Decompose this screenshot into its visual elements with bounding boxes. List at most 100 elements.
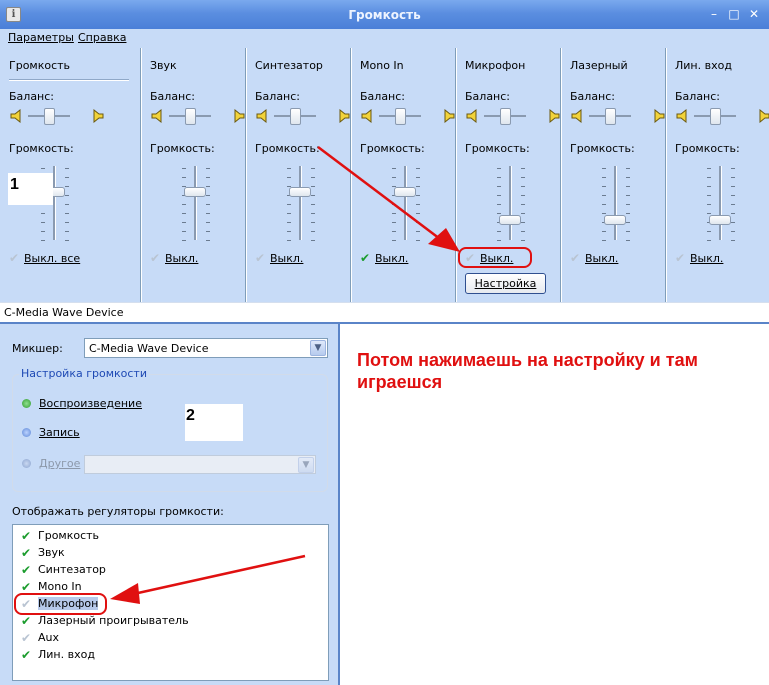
- balance-slider[interactable]: [185, 108, 196, 125]
- radio-record-label[interactable]: Запись: [39, 426, 80, 439]
- volume-tick: [392, 240, 396, 241]
- volume-tick: [602, 177, 606, 178]
- volume-track: [299, 166, 302, 240]
- show-controls-label: Отображать регуляторы громкости:: [12, 505, 224, 518]
- list-item[interactable]: ✔ Лин. вход: [21, 648, 95, 663]
- check-icon[interactable]: ✔: [21, 547, 33, 559]
- volume-tick: [626, 195, 630, 196]
- volume-tick: [416, 240, 420, 241]
- volume-label: Громкость:: [570, 142, 635, 155]
- annotation-number-1: 1: [10, 176, 19, 193]
- volume-tick: [182, 177, 186, 178]
- list-item[interactable]: ✔ Aux: [21, 631, 59, 646]
- list-item[interactable]: ✔ Звук: [21, 546, 65, 561]
- volume-tick: [206, 240, 210, 241]
- radio-record[interactable]: [22, 428, 31, 437]
- volume-tick: [521, 231, 525, 232]
- settings-button[interactable]: Настройка: [465, 273, 546, 294]
- mute-checkbox[interactable]: ✔ Выкл.: [675, 251, 723, 265]
- radio-other-label[interactable]: Другое: [39, 457, 80, 470]
- balance-slider[interactable]: [605, 108, 616, 125]
- volume-tick: [65, 231, 69, 232]
- controls-list[interactable]: ✔ Громкость ✔ Звук ✔ Синтезатор ✔ Mono In ✔ Микро…: [12, 524, 329, 681]
- check-icon[interactable]: ✔: [21, 530, 33, 542]
- volume-tick: [626, 222, 630, 223]
- volume-tick: [311, 213, 315, 214]
- settings-button-label: Настройка: [474, 277, 537, 290]
- channel: Лазерный Баланс: Громкость: ✔ Выкл.: [560, 48, 665, 302]
- volume-tick: [287, 204, 291, 205]
- check-icon[interactable]: ✔: [21, 649, 33, 661]
- mute-checkbox[interactable]: ✔ Выкл.: [570, 251, 618, 265]
- list-item[interactable]: ✔ Mono In: [21, 580, 82, 595]
- volume-tick: [497, 240, 501, 241]
- volume-track: [509, 166, 512, 240]
- radio-playback[interactable]: [22, 399, 31, 408]
- volume-slider[interactable]: [604, 215, 626, 226]
- volume-tick: [731, 195, 735, 196]
- volume-tick: [521, 240, 525, 241]
- menu-help[interactable]: Справка: [78, 31, 126, 44]
- mute-checkbox[interactable]: ✔ Выкл.: [255, 251, 303, 265]
- balance-slider[interactable]: [290, 108, 301, 125]
- radio-other[interactable]: [22, 459, 31, 468]
- divider: [9, 79, 129, 81]
- radio-playback-label[interactable]: Воспроизведение: [39, 397, 142, 410]
- volume-slider[interactable]: [184, 186, 206, 197]
- channel: Звук Баланс: Громкость: ✔ Выкл.: [140, 48, 245, 302]
- list-item[interactable]: ✔ Лазерный проигрыватель: [21, 614, 189, 629]
- volume-tick: [626, 204, 630, 205]
- volume-tick: [65, 222, 69, 223]
- close-icon[interactable]: ✕: [748, 8, 760, 20]
- chevron-down-icon[interactable]: ▼: [298, 457, 314, 473]
- minimize-icon[interactable]: –: [708, 8, 720, 20]
- list-item[interactable]: ✔ Микрофон: [21, 597, 99, 612]
- volume-track: [194, 166, 197, 240]
- check-icon: ✔: [675, 251, 686, 265]
- mute-checkbox[interactable]: ✔ Выкл.: [465, 251, 513, 265]
- channel-name: Синтезатор: [255, 59, 323, 72]
- volume-tick: [731, 213, 735, 214]
- check-icon[interactable]: ✔: [21, 598, 33, 610]
- balance-label: Баланс:: [675, 90, 721, 103]
- volume-tick: [65, 195, 69, 196]
- volume-tick: [521, 204, 525, 205]
- mute-checkbox[interactable]: ✔ Выкл.: [150, 251, 198, 265]
- menu-params[interactable]: Параметры: [8, 31, 74, 44]
- balance-slider[interactable]: [44, 108, 55, 125]
- check-icon[interactable]: ✔: [21, 615, 33, 627]
- balance-slider[interactable]: [395, 108, 406, 125]
- volume-track: [53, 166, 56, 240]
- volume-tick: [287, 231, 291, 232]
- volume-tick: [287, 213, 291, 214]
- volume-slider[interactable]: [394, 186, 416, 197]
- volume-tick: [65, 186, 69, 187]
- check-icon[interactable]: ✔: [21, 632, 33, 644]
- check-icon[interactable]: ✔: [21, 564, 33, 576]
- volume-tick: [707, 195, 711, 196]
- volume-tick: [392, 231, 396, 232]
- check-icon[interactable]: ✔: [21, 581, 33, 593]
- mixer-select[interactable]: C-Media Wave Device ▼: [84, 338, 328, 358]
- volume-tick: [521, 186, 525, 187]
- volume-tick: [497, 231, 501, 232]
- other-device-select[interactable]: ▼: [84, 455, 316, 474]
- title-bar: i Громкость – □ ✕: [0, 0, 769, 29]
- volume-tick: [731, 186, 735, 187]
- chevron-down-icon[interactable]: ▼: [310, 340, 326, 356]
- mute-checkbox[interactable]: ✔ Выкл.: [360, 251, 408, 265]
- volume-tick: [182, 240, 186, 241]
- volume-slider[interactable]: [289, 186, 311, 197]
- volume-tick: [731, 177, 735, 178]
- balance-slider[interactable]: [710, 108, 721, 125]
- maximize-icon[interactable]: □: [728, 8, 740, 20]
- list-item[interactable]: ✔ Синтезатор: [21, 563, 106, 578]
- volume-slider[interactable]: [709, 215, 731, 226]
- volume-tick: [206, 231, 210, 232]
- mute-checkbox[interactable]: ✔ Выкл. все: [9, 251, 80, 265]
- balance-slider[interactable]: [500, 108, 511, 125]
- volume-slider[interactable]: [499, 215, 521, 226]
- check-icon: ✔: [150, 251, 161, 265]
- list-item[interactable]: ✔ Громкость: [21, 529, 99, 544]
- volume-tick: [311, 240, 315, 241]
